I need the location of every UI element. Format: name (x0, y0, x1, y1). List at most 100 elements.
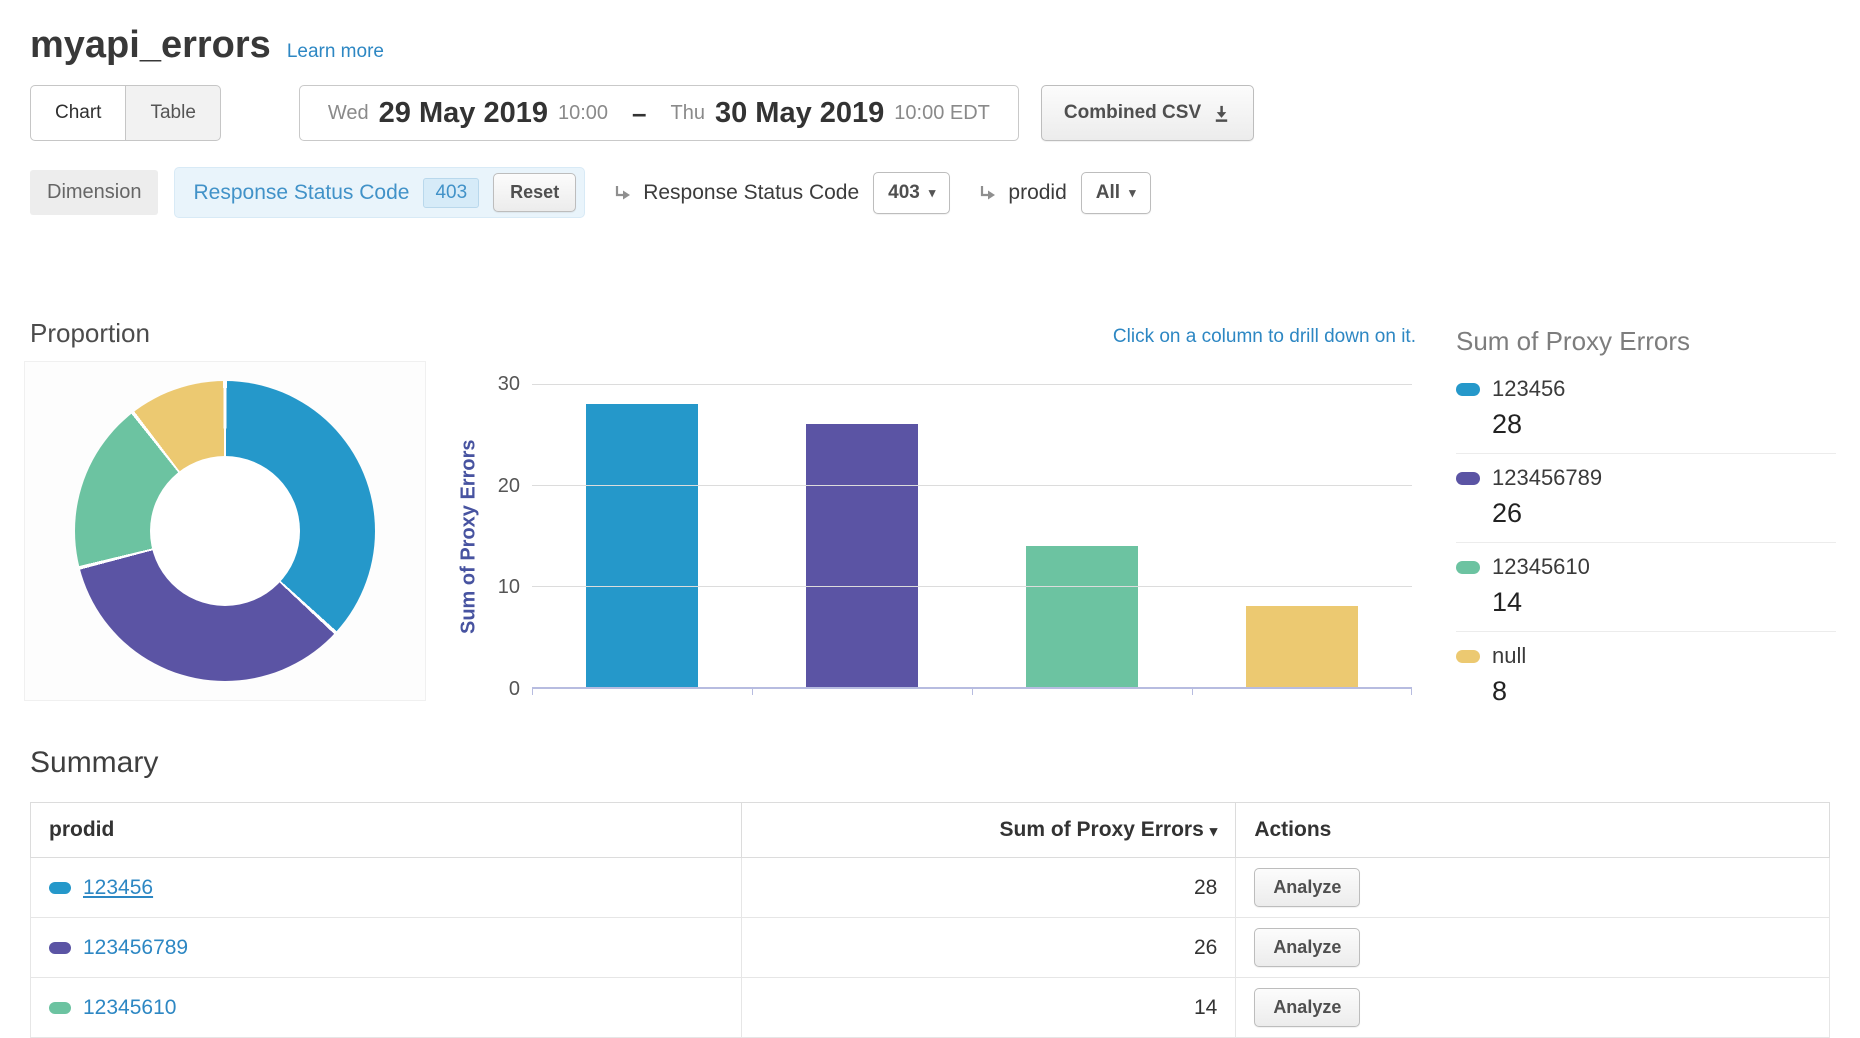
column-header-prodid: prodid (31, 803, 742, 858)
x-axis-tick (1192, 689, 1193, 695)
drilldown-hint: Click on a column to drill down on it. (1113, 326, 1416, 348)
download-icon (1212, 104, 1231, 123)
chevron-down-icon: ▾ (929, 185, 936, 201)
end-time: 10:00 EDT (894, 102, 990, 125)
drilldown-arrow-icon (976, 182, 998, 204)
table-row: 12345610 14 Analyze (31, 978, 1830, 1038)
chart-view-button[interactable]: Chart (30, 85, 126, 141)
y-axis-ticks: 0102030 (484, 384, 532, 689)
charts-section: Proportion Click on a column to drill do… (0, 318, 1860, 720)
donut-chart-panel (24, 361, 426, 701)
summary-table: prodid Sum of Proxy Errors▾ Actions 1234… (30, 802, 1830, 1038)
series-swatch (1456, 472, 1480, 485)
bar-null[interactable] (1246, 606, 1358, 687)
active-filter-chip: Response Status Code 403 Reset (174, 167, 585, 218)
prodid-link[interactable]: 123456789 (83, 936, 188, 959)
date-range-picker[interactable]: Wed 29 May 2019 10:00 – Thu 30 May 2019 … (299, 85, 1019, 141)
legend-item: 12345628 (1456, 365, 1836, 454)
series-swatch (1456, 561, 1480, 574)
column-header-sum[interactable]: Sum of Proxy Errors▾ (741, 803, 1236, 858)
series-swatch (49, 882, 71, 894)
legend-item: 123456789 26 (1456, 454, 1836, 543)
prodid-dropdown-value: All (1096, 182, 1120, 204)
sum-cell: 14 (741, 978, 1236, 1038)
learn-more-link[interactable]: Learn more (287, 41, 384, 63)
gridline (532, 586, 1412, 587)
combined-csv-label: Combined CSV (1064, 102, 1201, 124)
series-swatch (1456, 383, 1480, 396)
gridline (532, 384, 1412, 385)
legend-label: 123456789 (1492, 465, 1602, 491)
prodid-cell: 123456 (31, 858, 742, 918)
legend-item: 1234561014 (1456, 543, 1836, 632)
sort-desc-icon[interactable]: ▾ (1210, 823, 1218, 840)
view-toggle: Chart Table (30, 85, 221, 141)
prodid-cell: 12345610 (31, 978, 742, 1038)
summary-section: Summary prodid Sum of Proxy Errors▾ Acti… (0, 746, 1860, 1038)
column-header-actions: Actions (1236, 803, 1830, 858)
end-day: Thu (671, 102, 705, 125)
bar-123456789[interactable] (806, 424, 918, 687)
actions-cell: Analyze (1236, 978, 1830, 1038)
sum-cell: 28 (741, 858, 1236, 918)
x-axis-tick (972, 689, 973, 695)
start-day: Wed (328, 102, 369, 125)
legend-value: 28 (1456, 409, 1836, 440)
filter-bar: Dimension Response Status Code 403 Reset… (0, 167, 1860, 218)
prodid-drilldown-label: prodid (1008, 181, 1066, 205)
prodid-link[interactable]: 12345610 (83, 996, 176, 1019)
page-title: myapi_errors (30, 24, 271, 67)
analyze-button[interactable]: Analyze (1254, 988, 1360, 1027)
legend-value: 26 (1456, 498, 1836, 529)
series-swatch (49, 942, 71, 954)
dimension-label: Dimension (30, 170, 158, 215)
combined-csv-button[interactable]: Combined CSV (1041, 85, 1254, 141)
status-code-dropdown[interactable]: 403 ▾ (873, 172, 950, 214)
proportion-label: Proportion (30, 318, 426, 349)
legend-label: null (1492, 643, 1526, 669)
end-date: 30 May 2019 (715, 97, 884, 130)
date-range-separator: – (632, 98, 646, 129)
bar-123456[interactable] (586, 404, 698, 687)
table-header-row: prodid Sum of Proxy Errors▾ Actions (31, 803, 1830, 858)
series-swatch (49, 1002, 71, 1014)
prodid-dropdown[interactable]: All ▾ (1081, 172, 1151, 214)
y-tick-label: 10 (498, 575, 520, 599)
filter-chip-label: Response Status Code (193, 181, 409, 205)
table-row: 123456 28 Analyze (31, 858, 1830, 918)
y-tick-label: 30 (498, 372, 520, 396)
bar-plot-area (532, 384, 1412, 689)
proportion-panel: Proportion (24, 318, 426, 720)
status-code-drilldown-label: Response Status Code (643, 181, 859, 205)
chevron-down-icon: ▾ (1129, 185, 1136, 201)
analytics-dashboard: myapi_errors Learn more Chart Table Wed … (0, 0, 1860, 1038)
y-axis-label: Sum of Proxy Errors (454, 384, 484, 689)
prodid-link[interactable]: 123456 (83, 876, 153, 899)
actions-cell: Analyze (1236, 918, 1830, 978)
actions-cell: Analyze (1236, 858, 1830, 918)
series-swatch (1456, 650, 1480, 663)
filter-chip-value: 403 (423, 178, 479, 208)
bar-12345610[interactable] (1026, 546, 1138, 687)
prodid-cell: 123456789 (31, 918, 742, 978)
chart-legend: Sum of Proxy Errors 12345628123456789261… (1456, 318, 1836, 720)
page-header: myapi_errors Learn more (0, 0, 1860, 67)
y-tick-label: 0 (509, 677, 520, 701)
start-date: 29 May 2019 (379, 97, 548, 130)
analyze-button[interactable]: Analyze (1254, 868, 1360, 907)
table-view-button[interactable]: Table (126, 85, 220, 141)
analyze-button[interactable]: Analyze (1254, 928, 1360, 967)
gridline (532, 485, 1412, 486)
x-axis-tick (752, 689, 753, 695)
x-axis-tick (1411, 689, 1412, 695)
legend-items: 12345628123456789261234561014null8 (1456, 365, 1836, 720)
start-time: 10:00 (558, 102, 608, 125)
x-axis-tick (532, 689, 533, 695)
summary-heading: Summary (30, 746, 1830, 780)
legend-title: Sum of Proxy Errors (1456, 326, 1836, 357)
reset-button[interactable]: Reset (493, 173, 576, 212)
sum-cell: 26 (741, 918, 1236, 978)
y-tick-label: 20 (498, 474, 520, 498)
legend-value: 14 (1456, 587, 1836, 618)
proportion-donut-chart[interactable] (75, 381, 375, 681)
